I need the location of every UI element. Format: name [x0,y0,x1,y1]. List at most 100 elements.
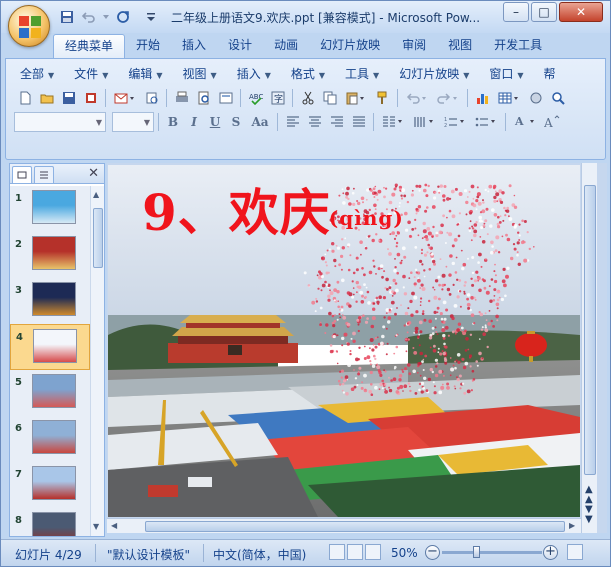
close-pane-icon[interactable]: ✕ [88,166,99,181]
scroll-thumb[interactable] [584,185,596,475]
slide-thumbnail-row[interactable]: 4 [10,324,90,370]
scroll-thumb[interactable] [145,521,565,532]
slide-thumbnail[interactable] [32,190,76,224]
slide-thumbnail-row[interactable]: 8 [10,508,90,536]
office-button[interactable] [8,5,50,47]
spelling-icon[interactable]: ABC [245,88,266,108]
research-icon[interactable] [141,88,162,108]
copy-icon[interactable] [319,88,340,108]
increase-font-icon[interactable]: A [541,112,562,132]
slide-thumbnail-row[interactable]: 1 [10,186,90,232]
redo-icon[interactable] [113,8,133,26]
customize-qat-icon[interactable] [141,8,161,26]
insert-chart-icon[interactable] [472,88,493,108]
slideshow-view-icon[interactable] [365,544,381,560]
cut-icon[interactable] [297,88,318,108]
language-indicator[interactable]: 中文(简体，中国) [213,546,306,563]
slide-thumbnail-row[interactable]: 3 [10,278,90,324]
zoom-in-icon[interactable]: + [543,545,558,560]
slide-thumbnail-row[interactable]: 5 [10,370,90,416]
ribbon-tab[interactable]: 开始 [125,34,171,58]
save-icon[interactable] [57,8,77,26]
paste-icon[interactable] [341,88,371,108]
print-icon[interactable] [171,88,192,108]
menu-item[interactable]: 格式 ▼ [281,63,335,85]
underline-button[interactable]: U [205,112,225,132]
previous-slide-icon[interactable]: ▲ ▲ [585,485,593,505]
undo-icon[interactable] [402,88,432,108]
scroll-down-icon[interactable]: ▼ [93,522,99,531]
outline-tab[interactable] [34,166,54,183]
ribbon-tab[interactable]: 动画 [263,34,309,58]
font-size-combo[interactable]: ▼ [112,112,154,132]
font-name-combo[interactable]: ▼ [14,112,106,132]
fit-to-window-icon[interactable] [567,544,583,560]
shadow-button[interactable]: S [226,112,246,132]
undo-dropdown-icon[interactable] [101,8,111,26]
slide-thumbnail[interactable] [32,512,76,536]
slide-thumbnail[interactable] [32,374,76,408]
slide-thumbnail[interactable] [32,236,76,270]
email-icon[interactable] [110,88,140,108]
scroll-left-icon[interactable]: ◀ [111,521,117,530]
minimize-button[interactable]: – [503,2,529,22]
color-grayscale-icon[interactable] [525,88,546,108]
slide-thumbnail[interactable] [32,420,76,454]
menu-item[interactable]: 视图 ▼ [173,63,227,85]
normal-view-icon[interactable] [329,544,345,560]
menu-item[interactable]: 帮 [534,63,566,85]
slide-thumbnail-row[interactable]: 2 [10,232,90,278]
translate-icon[interactable]: 字 [267,88,288,108]
align-center-icon[interactable] [304,112,325,132]
thumbnail-scrollbar[interactable]: ▲ ▼ [90,186,104,536]
undo-icon[interactable] [79,8,99,26]
justify-icon[interactable] [348,112,369,132]
format-painter-icon[interactable] [372,88,393,108]
slide-vertical-scrollbar[interactable] [581,163,597,533]
ribbon-tab[interactable]: 经典菜单 [53,34,126,58]
scroll-thumb[interactable] [93,208,103,268]
zoom-slider-knob[interactable] [473,546,480,558]
new-file-icon[interactable] [14,88,35,108]
redo-icon[interactable] [433,88,463,108]
zoom-icon[interactable] [547,88,568,108]
zoom-out-icon[interactable]: − [425,545,440,560]
italic-button[interactable]: I [184,112,204,132]
ribbon-tab[interactable]: 插入 [171,34,217,58]
align-left-icon[interactable] [282,112,303,132]
layout-icon[interactable] [215,88,236,108]
zoom-slider[interactable] [442,546,542,558]
bullets-icon[interactable] [471,112,501,132]
slide-thumbnail[interactable] [32,466,76,500]
ribbon-tab[interactable]: 设计 [217,34,263,58]
menu-item[interactable]: 文件 ▼ [64,63,118,85]
open-folder-icon[interactable] [36,88,57,108]
align-right-icon[interactable] [326,112,347,132]
maximize-button[interactable]: □ [531,2,557,22]
scroll-up-icon[interactable]: ▲ [93,190,99,199]
slide-sorter-view-icon[interactable] [347,544,363,560]
zoom-level[interactable]: 50% [391,546,418,560]
ribbon-tab[interactable]: 视图 [437,34,483,58]
save-icon[interactable] [58,88,79,108]
slide-thumbnail[interactable] [32,282,76,316]
print-preview-icon[interactable] [193,88,214,108]
menu-item[interactable]: 插入 ▼ [227,63,281,85]
menu-item[interactable]: 窗口 ▼ [479,63,533,85]
permission-icon[interactable] [80,88,101,108]
slide-thumbnail-row[interactable]: 6 [10,416,90,462]
font-color-icon[interactable]: A [510,112,540,132]
ribbon-tab[interactable]: 开发工具 [483,34,553,58]
text-direction-icon[interactable] [409,112,439,132]
slide-thumbnail[interactable] [33,329,77,363]
ribbon-tab[interactable]: 审阅 [391,34,437,58]
menu-item[interactable]: 幻灯片放映 ▼ [389,63,479,85]
menu-item[interactable]: 工具 ▼ [335,63,389,85]
close-button[interactable]: ✕ [559,2,603,22]
slide-horizontal-scrollbar[interactable]: ◀ ▶ [107,518,581,533]
menu-item[interactable]: 全部 ▼ [10,63,64,85]
numbering-icon[interactable]: 12 [440,112,470,132]
menu-item[interactable]: 编辑 ▼ [118,63,172,85]
change-case-button[interactable]: Aa [247,112,273,132]
insert-table-icon[interactable] [494,88,524,108]
